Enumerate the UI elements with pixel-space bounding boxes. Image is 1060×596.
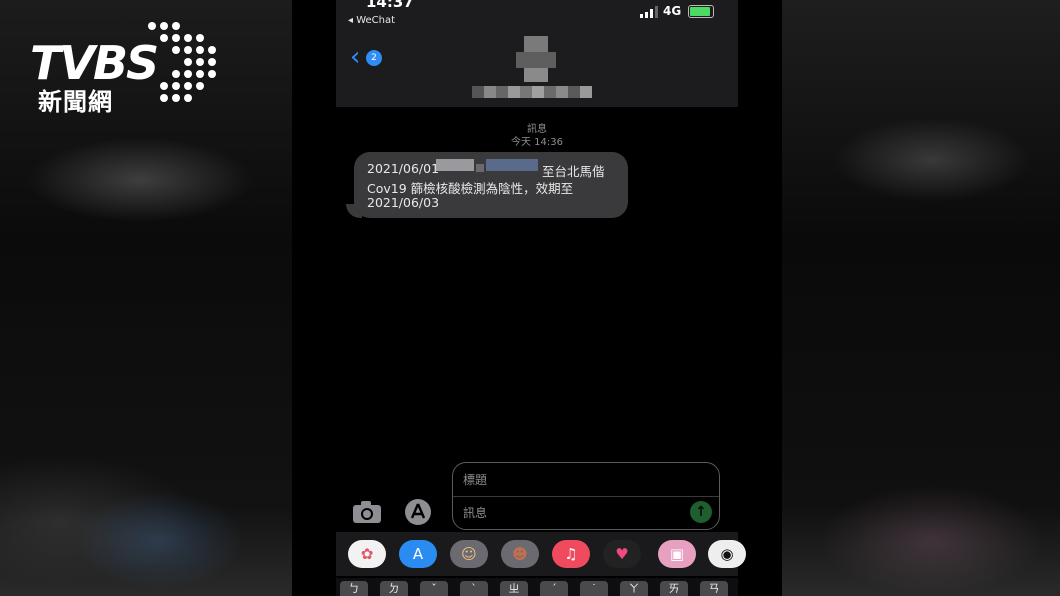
keyboard-key[interactable]: ㄅ: [340, 581, 368, 596]
message-timestamp: 今天 14:36: [511, 137, 563, 148]
battery-level: [690, 7, 710, 16]
status-bar: 14:37 ◂ WeChat 4G: [336, 0, 738, 26]
message-line-3: 2021/06/03: [367, 195, 440, 210]
imessage-app-tray: ✿ A ☺ ☻ ♫ ♥ ▣ ◉: [336, 532, 746, 576]
digital-touch-icon[interactable]: ♥: [603, 540, 641, 568]
phone-screen: 14:37 ◂ WeChat 4G ‹ 2 訊息 今天 14:36 2021/0…: [292, 0, 782, 596]
message-line-1: 2021/06/01: [367, 161, 440, 176]
redacted-block: [486, 159, 538, 171]
app-store-app-icon[interactable]: A: [399, 540, 437, 568]
tvbs-logo: TVBS 新聞網: [28, 18, 218, 118]
conversation-header: ‹ 2: [336, 26, 738, 107]
back-button[interactable]: ‹ 2: [350, 44, 390, 74]
logo-subtitle: 新聞網: [38, 88, 113, 116]
keyboard-key[interactable]: ㄉ: [380, 581, 408, 596]
network-type: 4G: [663, 4, 682, 18]
keyboard-key[interactable]: ˇ: [420, 581, 448, 596]
keyboard-key[interactable]: ㄚ: [620, 581, 648, 596]
camera-icon[interactable]: [352, 500, 382, 524]
logo-dots-icon: [148, 22, 216, 102]
compose-divider: [453, 496, 719, 497]
received-message-bubble[interactable]: 2021/06/01 至台北馬偕 Cov19 篩檢核酸檢測為陰性，效期至 202…: [354, 152, 628, 218]
compose-box: ↑: [452, 462, 720, 530]
unread-badge: 2: [366, 50, 382, 66]
keyboard-key[interactable]: ˊ: [540, 581, 568, 596]
subject-field[interactable]: [463, 467, 683, 493]
keyboard-key[interactable]: ㄢ: [700, 581, 728, 596]
zhuyin-keyboard: ㄅ ㄉ ˇ ˋ ㄓ ˊ ˙ ㄚ ㄞ ㄢ: [336, 578, 738, 596]
photos-app-icon[interactable]: ✿: [348, 540, 386, 568]
redacted-block: [476, 164, 484, 172]
blurred-background-right: [782, 0, 1060, 596]
contact-avatar-pixelated[interactable]: [472, 36, 592, 100]
memoji-icon[interactable]: ☺: [450, 540, 488, 568]
message-field[interactable]: [463, 500, 683, 526]
keyboard-key[interactable]: ㄓ: [500, 581, 528, 596]
keyboard-key[interactable]: ˋ: [460, 581, 488, 596]
signal-icon: [640, 6, 658, 18]
battery-icon: [688, 5, 714, 18]
memoji-stickers-icon[interactable]: ☻: [501, 540, 539, 568]
music-app-icon[interactable]: ♫: [552, 540, 590, 568]
send-arrow-icon[interactable]: ↑: [690, 501, 712, 523]
keyboard-key[interactable]: ㄞ: [660, 581, 688, 596]
chevron-left-icon: ‹: [350, 42, 361, 72]
keyboard-key[interactable]: ˙: [580, 581, 608, 596]
camera-effects-icon[interactable]: ◉: [708, 540, 746, 568]
status-time: 14:37: [366, 0, 414, 11]
back-to-app-link[interactable]: ◂ WeChat: [348, 15, 395, 26]
images-search-icon[interactable]: ▣: [658, 540, 696, 568]
app-store-icon[interactable]: [402, 498, 434, 526]
redacted-block: [436, 159, 474, 171]
